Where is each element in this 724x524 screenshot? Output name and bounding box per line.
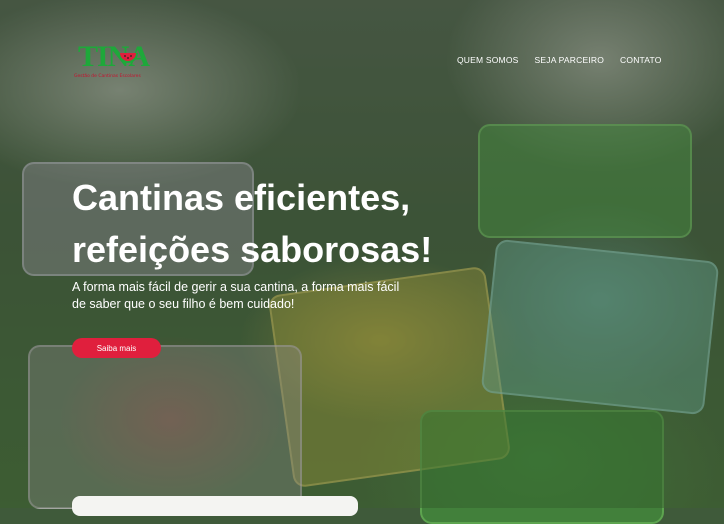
bottom-card	[72, 496, 358, 516]
site-logo[interactable]: TINA Gestão de Cantinas Escolares	[74, 40, 150, 82]
hero-subtext: A forma mais fácil de gerir a sua cantin…	[72, 280, 400, 311]
nav-item-seja-parceiro[interactable]: SEJA PARCEIRO	[535, 55, 605, 65]
headline-line-1: Cantinas eficientes,	[72, 177, 411, 218]
main-nav: QUEM SOMOS SEJA PARCEIRO CONTATO	[457, 55, 662, 65]
nav-item-contato[interactable]: CONTATO	[620, 55, 662, 65]
watermelon-icon	[118, 52, 138, 63]
hero-headline: Cantinas eficientes, refeições saborosas…	[72, 172, 472, 276]
nav-item-quem-somos[interactable]: QUEM SOMOS	[457, 55, 519, 65]
logo-mark: TINA	[78, 40, 150, 73]
logo-tagline: Gestão de Cantinas Escolares	[74, 74, 141, 79]
headline-line-2: refeições saborosas!	[72, 229, 433, 270]
saiba-mais-button[interactable]: Saiba mais	[72, 338, 161, 358]
